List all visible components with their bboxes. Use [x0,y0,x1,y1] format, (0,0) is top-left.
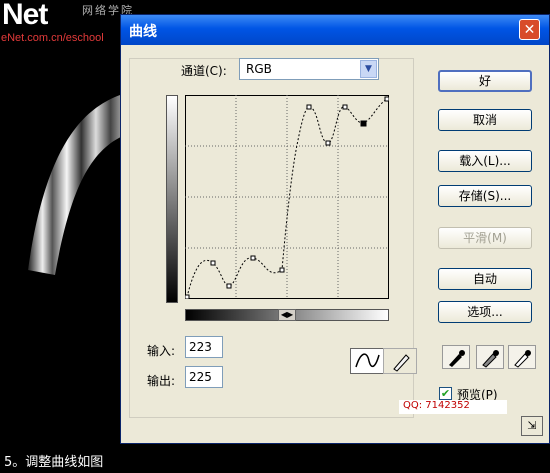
caption-text: 5。调整曲线如图 [4,455,104,470]
curve-graph[interactable] [185,95,389,299]
curve-point [384,96,389,102]
black-eyedropper-icon [449,350,465,367]
cancel-button[interactable]: 取消 [438,109,532,131]
curve-point [210,260,216,266]
curve-point [185,294,190,299]
qq-watermark: QQ: 7142352 [399,400,507,414]
close-button[interactable]: ✕ [519,19,540,40]
gray-eyedropper-button[interactable] [476,345,504,369]
ok-button[interactable]: 好 [438,70,532,92]
curve-point [342,104,348,110]
smooth-button[interactable]: 平滑(M) [438,227,532,249]
auto-button[interactable]: 自动 [438,268,532,290]
channel-label: 通道(C): [181,64,227,78]
white-eyedropper-icon [514,350,531,368]
curve-point-selected [360,120,367,127]
pencil-icon [393,354,410,372]
close-icon: ✕ [523,22,536,38]
white-eyedropper-button[interactable] [508,345,536,369]
output-label: 输出: [147,374,176,388]
curve-point [325,140,331,146]
channel-select[interactable]: RGB ▼ [239,58,379,80]
logo-text: Net [2,0,48,31]
curve-point [250,255,256,261]
curve-tool-button[interactable] [350,348,384,374]
output-field[interactable]: 225 [185,366,223,388]
output-gradient-bar [166,95,178,303]
logo-url: eNet.com.cn/eschool [1,32,104,44]
resize-grip-icon[interactable]: ⇲ [521,416,543,436]
save-button[interactable]: 存储(S)... [438,185,532,207]
curve-point [279,267,285,273]
load-button[interactable]: 载入(L)... [438,150,532,172]
options-button[interactable]: 选项... [438,301,532,323]
curve-tool-icon [355,353,380,368]
chevron-down-icon[interactable]: ▼ [360,60,377,78]
pencil-tool-button[interactable] [383,348,417,374]
input-label: 输入: [147,344,176,358]
curve-point [306,104,312,110]
input-field[interactable]: 223 [185,336,223,358]
preview-checkbox[interactable]: ✔ [439,387,452,400]
gray-eyedropper-icon [482,350,499,368]
black-eyedropper-button[interactable] [442,345,470,369]
curve-point [226,283,232,289]
metallic-ribbon-image [28,95,125,275]
gradient-toggle-icon[interactable]: ◀▶ [278,309,296,321]
dialog-title: 曲线 [129,24,157,40]
channel-value: RGB [246,62,272,76]
title-bar[interactable]: 曲线 ✕ [121,15,549,45]
curves-dialog: 曲线 ✕ 通道(C): RGB ▼ ◀▶ 输入: 223 输出: 225 好 取… [120,14,550,444]
